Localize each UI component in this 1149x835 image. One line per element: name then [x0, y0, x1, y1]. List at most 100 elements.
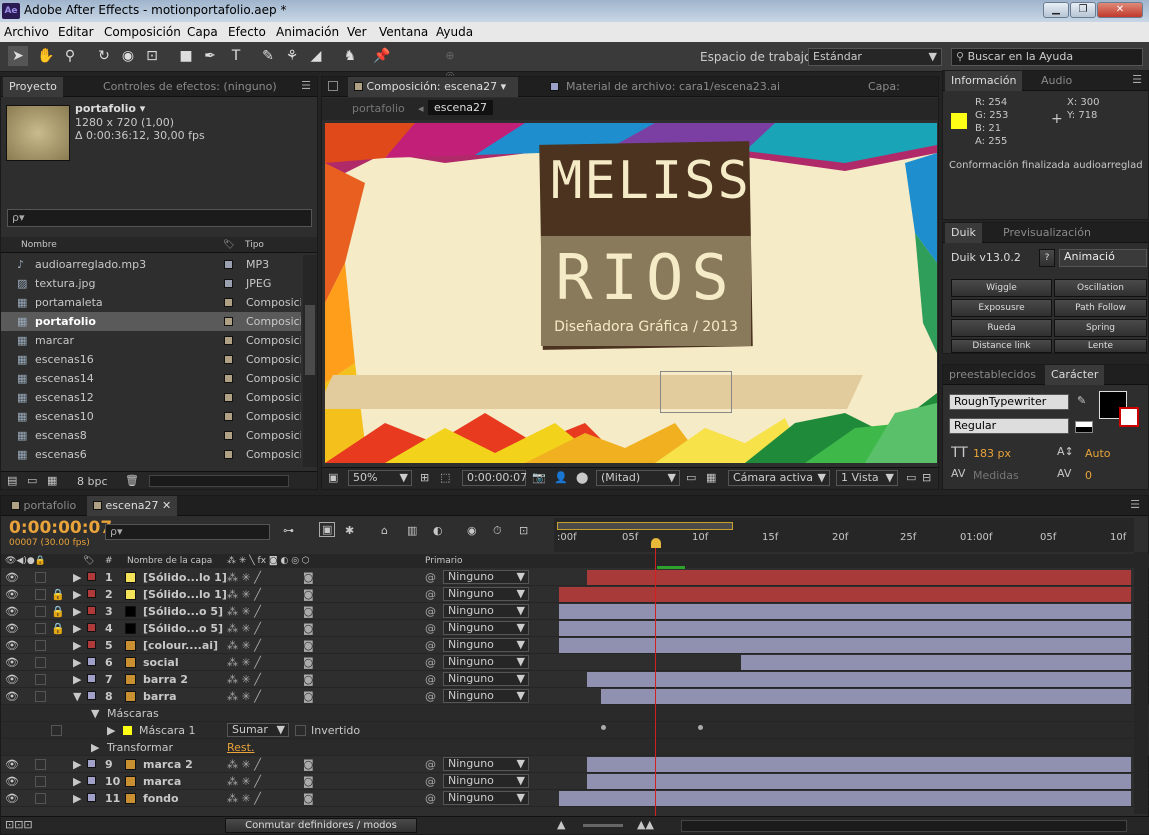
workspace-select[interactable]: Estándar ▼ — [808, 48, 942, 66]
property-row[interactable]: ▼ Máscaras — [1, 705, 1149, 722]
parent-select[interactable]: Ninguno ▼ — [443, 689, 529, 703]
layer-name[interactable]: [Sólido...lo 1] — [143, 569, 227, 586]
timeline-scrollbar[interactable] — [1134, 552, 1148, 814]
layer-switches[interactable]: ⁂ ✳ ╱ — [227, 603, 261, 620]
menu-animacion[interactable]: Animación — [276, 25, 339, 39]
parent-select[interactable]: Ninguno ▼ — [443, 757, 529, 771]
label-color[interactable] — [224, 298, 233, 307]
parent-select[interactable]: Ninguno ▼ — [443, 774, 529, 788]
stopwatch-icon[interactable]: ⏱ — [493, 524, 502, 538]
label-color[interactable] — [224, 317, 233, 326]
eye-icon[interactable]: 👁 — [5, 688, 19, 705]
playhead-handle[interactable] — [651, 538, 661, 548]
timeline-horizontal-scrollbar[interactable] — [681, 820, 1127, 832]
tab-info[interactable]: Información — [945, 71, 1023, 91]
pick-whip-icon[interactable]: @ — [425, 671, 436, 688]
layer-duration-bar[interactable] — [587, 774, 1131, 789]
swap-colors-icon[interactable] — [1075, 421, 1093, 433]
mask-visibility-icon[interactable]: ⬚ — [440, 471, 450, 484]
menu-efecto[interactable]: Efecto — [228, 25, 266, 39]
parent-select[interactable]: Ninguno ▼ — [443, 587, 529, 601]
pick-whip-icon[interactable]: @ — [425, 603, 436, 620]
menu-ventana[interactable]: Ventana — [379, 25, 428, 39]
lock-panel-icon[interactable] — [328, 81, 338, 91]
layer-switches[interactable]: ⁂ ✳ ╱ — [227, 773, 261, 790]
parent-select[interactable]: Ninguno ▼ — [443, 672, 529, 686]
project-item[interactable]: ▦ escenas10 Composici — [1, 407, 301, 426]
layer-switches[interactable]: ⁂ ✳ ╱ — [227, 637, 261, 654]
tab-duik[interactable]: Duik — [945, 223, 982, 243]
expand-arrow-icon[interactable]: ▶ — [73, 586, 81, 603]
adjust-icon[interactable]: ⊡ — [519, 524, 528, 537]
layer-name[interactable]: [Sólido...o 5] — [143, 620, 223, 637]
layer-name[interactable]: [Sólido...o 5] — [143, 603, 223, 620]
tab-presets[interactable]: preestablecidos — [943, 365, 1042, 385]
pick-whip-icon[interactable]: @ — [425, 790, 436, 807]
hand-tool-icon[interactable]: ✋ — [36, 46, 56, 66]
layer-label-color[interactable] — [87, 640, 96, 649]
mask-mode-select[interactable]: Sumar ▼ — [227, 723, 289, 737]
item-name[interactable]: portafolio ▾ — [75, 102, 145, 115]
layer-duration-bar[interactable] — [601, 689, 1131, 704]
oscillation-button[interactable]: Oscillation — [1054, 279, 1147, 297]
zoom-tool-icon[interactable]: ⚲ — [60, 46, 80, 66]
kerning-value[interactable]: Medidas — [973, 469, 1019, 482]
layer-duration-bar[interactable] — [587, 672, 1131, 687]
expand-arrow-icon[interactable]: ▶ — [73, 671, 81, 688]
pick-whip-icon[interactable]: @ — [425, 569, 436, 586]
tab-composition[interactable]: Composición: escena27 ▾ — [348, 77, 518, 97]
layer-name[interactable]: barra — [143, 688, 177, 705]
property-row[interactable]: ▶ Transformar Rest. — [1, 739, 1149, 756]
pen-tool-icon[interactable]: ✒ — [200, 46, 220, 66]
tab-effect-controls[interactable]: Controles de efectos: (ninguno) — [97, 77, 283, 97]
eye-icon[interactable]: 👁 — [5, 790, 19, 807]
menu-archivo[interactable]: Archivo — [4, 25, 49, 39]
layer-duration-bar[interactable] — [559, 587, 1131, 602]
project-search-input[interactable]: ρ▾ — [7, 209, 312, 227]
mask-name[interactable]: Máscara 1 — [139, 722, 196, 739]
lente-button[interactable]: Lente — [1054, 339, 1147, 353]
mask-color-swatch[interactable] — [123, 726, 132, 735]
solo-toggle[interactable] — [35, 640, 46, 651]
stroke-color-swatch[interactable] — [1119, 407, 1139, 427]
layer-name[interactable]: social — [143, 654, 179, 671]
expand-arrow-icon[interactable]: ▶ — [73, 773, 81, 790]
expand-arrow-icon[interactable]: ▶ — [91, 739, 99, 756]
eyedropper-icon[interactable]: ✎ — [1077, 394, 1086, 407]
expand-arrow-icon[interactable]: ▶ — [73, 756, 81, 773]
minimize-button[interactable]: ▁ — [1043, 2, 1069, 18]
pick-whip-icon[interactable]: @ — [425, 773, 436, 790]
layer-duration-bar[interactable] — [559, 791, 1131, 806]
expand-arrow-icon[interactable]: ▶ — [107, 722, 115, 739]
snapshot-camera-icon[interactable]: 📷 — [532, 471, 546, 484]
layer-switches[interactable]: ⁂ ✳ ╱ — [227, 790, 261, 807]
tab-project[interactable]: Proyecto — [3, 77, 63, 97]
label-color[interactable] — [224, 450, 233, 459]
timeline-zoom-slider[interactable] — [583, 824, 623, 827]
layer-label-color[interactable] — [87, 589, 96, 598]
barra-layer[interactable] — [325, 375, 863, 409]
keyframe-marker[interactable] — [601, 725, 606, 730]
distance-link-button[interactable]: Distance link — [951, 339, 1052, 353]
graph-editor-icon[interactable]: ◉ — [467, 524, 477, 537]
font-style-select[interactable]: Regular — [949, 418, 1069, 434]
spring-button[interactable]: Spring — [1054, 319, 1147, 337]
pick-whip-icon[interactable]: @ — [425, 637, 436, 654]
label-column-icon[interactable]: 🏷 — [223, 237, 234, 253]
layer-duration-bar[interactable] — [559, 638, 1131, 653]
solo-toggle[interactable] — [35, 606, 46, 617]
maximize-button[interactable]: ❐ — [1070, 2, 1096, 18]
label-color[interactable] — [224, 336, 233, 345]
layer-name[interactable]: [colour....ai] — [143, 637, 218, 654]
layer-switches[interactable]: ⁂ ✳ ╱ — [227, 671, 261, 688]
menu-ver[interactable]: Ver — [347, 25, 367, 39]
eye-icon[interactable]: 👁 — [5, 671, 19, 688]
eye-icon[interactable]: 👁 — [5, 586, 19, 603]
layer-label-color[interactable] — [87, 691, 96, 700]
eye-icon[interactable]: 👁 — [5, 637, 19, 654]
layer-switches[interactable]: ⁂ ✳ ╱ — [227, 688, 261, 705]
font-size-value[interactable]: 183 px — [973, 447, 1011, 460]
parent-select[interactable]: Ninguno ▼ — [443, 570, 529, 584]
views-select[interactable]: 1 Vista ▼ — [836, 470, 898, 486]
solo-toggle[interactable] — [35, 657, 46, 668]
